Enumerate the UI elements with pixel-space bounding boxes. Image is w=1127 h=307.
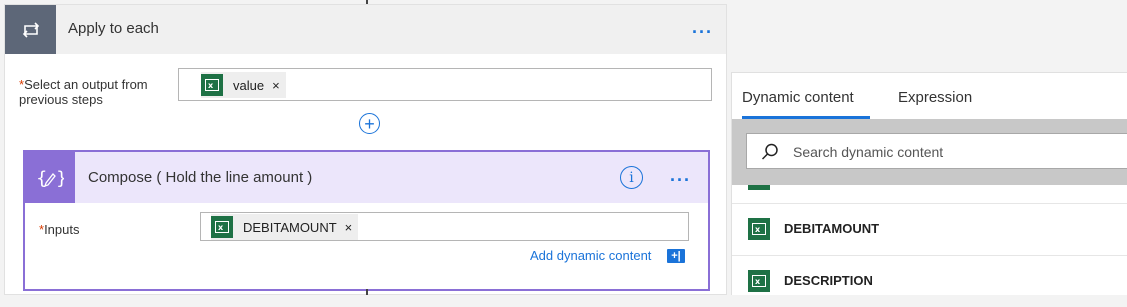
dynamic-item-debitamount[interactable]: x DEBITAMOUNT	[732, 203, 1127, 255]
inputs-field[interactable]: x DEBITAMOUNT ×	[200, 212, 689, 241]
remove-token-button[interactable]: ×	[345, 220, 353, 235]
info-icon[interactable]: i	[620, 166, 643, 189]
excel-icon: x	[211, 216, 233, 238]
loop-icon	[5, 5, 56, 54]
remove-token-button[interactable]: ×	[272, 78, 280, 93]
dynamic-content-panel: Dynamic content Expression x DEBITAMOUNT…	[731, 72, 1127, 295]
search-strip	[732, 119, 1127, 185]
select-output-label: *Select an output from previous steps	[19, 77, 149, 107]
svg-text:x: x	[755, 225, 761, 234]
compose-icon: { }	[25, 152, 75, 203]
apply-to-each-more-menu[interactable]: ...	[692, 18, 713, 36]
svg-text:x: x	[218, 223, 224, 232]
compose-card: { } Compose ( Hold the line amount ) i .…	[23, 150, 710, 291]
dynamic-item-label: DESCRIPTION	[784, 273, 873, 288]
add-dynamic-content-icon[interactable]: +|	[667, 249, 685, 263]
svg-text:x: x	[755, 277, 761, 286]
dynamic-item-label: DEBITAMOUNT	[784, 221, 880, 236]
tab-dynamic-content[interactable]: Dynamic content	[742, 89, 854, 106]
debitamount-token[interactable]: x DEBITAMOUNT ×	[211, 214, 359, 240]
select-output-field[interactable]: x value ×	[178, 68, 712, 101]
compose-header[interactable]: { } Compose ( Hold the line amount ) i .…	[25, 152, 708, 203]
add-dynamic-content-link[interactable]: Add dynamic content	[530, 248, 651, 263]
search-input[interactable]	[793, 142, 1113, 162]
excel-icon: x	[201, 74, 223, 96]
excel-icon: x	[748, 218, 770, 240]
compose-more-menu[interactable]: ...	[670, 166, 691, 184]
apply-to-each-title: Apply to each	[68, 20, 159, 37]
apply-to-each-header[interactable]: Apply to each ...	[5, 5, 726, 54]
debitamount-token-label: DEBITAMOUNT	[243, 219, 337, 235]
inputs-label: *Inputs	[39, 222, 79, 237]
search-icon	[761, 143, 778, 160]
flow-connector-bottom	[366, 289, 368, 295]
add-action-button[interactable]: +	[359, 113, 380, 134]
compose-title: Compose ( Hold the line amount )	[88, 169, 313, 186]
excel-icon: x	[748, 270, 770, 292]
select-output-label-text: Select an output from previous steps	[19, 77, 148, 107]
tab-expression[interactable]: Expression	[898, 89, 972, 106]
inputs-label-text: Inputs	[44, 222, 80, 237]
svg-text:}: }	[56, 168, 64, 189]
dynamic-item-description[interactable]: x DESCRIPTION	[732, 255, 1127, 307]
excel-icon	[748, 185, 770, 190]
search-box[interactable]	[746, 133, 1127, 169]
value-token[interactable]: x value ×	[201, 72, 286, 98]
svg-text:x: x	[208, 81, 214, 90]
value-token-label: value	[233, 77, 265, 93]
